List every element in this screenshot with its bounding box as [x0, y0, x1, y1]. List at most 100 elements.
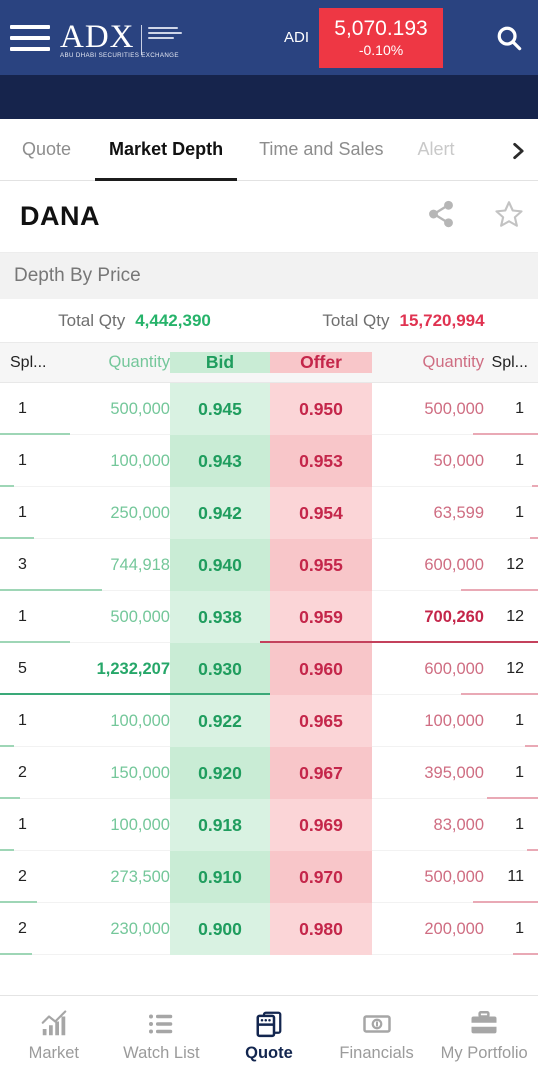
cell-spl-bid: 2: [18, 868, 27, 885]
tab-quote[interactable]: Quote: [0, 119, 71, 181]
bid-quantity-bar: [0, 641, 70, 643]
cell-spl-bid: 1: [18, 712, 27, 729]
cell-bid-price[interactable]: 0.930: [170, 643, 270, 695]
bid-quantity-bar: [0, 953, 32, 955]
table-row[interactable]: 1 500,000 0.945 0.950 500,000 1: [0, 383, 538, 435]
star-icon[interactable]: [494, 199, 524, 234]
cell-qty-offer: 500,000: [424, 867, 484, 886]
hamburger-bar: [10, 46, 50, 51]
cell-offer-price[interactable]: 0.980: [270, 903, 372, 955]
table-row[interactable]: 1 100,000 0.943 0.953 50,000 1: [0, 435, 538, 487]
table-row[interactable]: 2 273,500 0.910 0.970 500,000 11: [0, 851, 538, 903]
cell-spl-offer: 11: [507, 868, 524, 885]
table-row[interactable]: 3 744,918 0.940 0.955 600,000 12: [0, 539, 538, 591]
table-row[interactable]: 1 100,000 0.922 0.965 100,000 1: [0, 695, 538, 747]
brand-title: ADX: [60, 18, 135, 55]
tab-alert[interactable]: Alert: [417, 119, 454, 181]
nav-item-market[interactable]: Market: [0, 996, 108, 1076]
hamburger-icon[interactable]: [0, 0, 56, 75]
list-icon: [149, 1014, 173, 1033]
depth-section-title: Depth By Price: [0, 253, 538, 299]
table-row[interactable]: 5 1,232,207 0.930 0.960 600,000 12: [0, 643, 538, 695]
cell-offer-price[interactable]: 0.954: [270, 487, 372, 539]
nav-item-watch-list[interactable]: Watch List: [108, 996, 216, 1076]
cell-qty-offer: 200,000: [424, 919, 484, 938]
tab-time-and-sales[interactable]: Time and Sales: [259, 119, 383, 181]
cell-bid-price[interactable]: 0.940: [170, 539, 270, 591]
nav-label-watch-list: Watch List: [123, 1043, 200, 1062]
cell-spl-bid: 1: [18, 504, 27, 521]
column-header-spl-offer: Spl...: [491, 353, 528, 371]
symbol-header: DANA: [0, 181, 538, 253]
table-row[interactable]: 2 150,000 0.920 0.967 395,000 1: [0, 747, 538, 799]
cell-offer-price[interactable]: 0.970: [270, 851, 372, 903]
table-row[interactable]: 2 230,000 0.900 0.980 200,000 1: [0, 903, 538, 955]
cell-bid-price[interactable]: 0.942: [170, 487, 270, 539]
cell-offer-price[interactable]: 0.955: [270, 539, 372, 591]
table-row[interactable]: 1 100,000 0.918 0.969 83,000 1: [0, 799, 538, 851]
cell-spl-offer: 1: [515, 400, 524, 417]
offer-quantity-bar: [473, 433, 538, 435]
nav-item-my-portfolio[interactable]: My Portfolio: [430, 996, 538, 1076]
page-title: DANA: [20, 201, 100, 231]
cell-offer-price[interactable]: 0.965: [270, 695, 372, 747]
index-ticker[interactable]: ADI 5,070.193 -0.10%: [284, 0, 444, 75]
bid-quantity-bar: [0, 537, 34, 539]
cell-spl-bid: 3: [18, 556, 27, 573]
cell-offer-price[interactable]: 0.967: [270, 747, 372, 799]
column-header-qty-bid: Quantity: [108, 353, 170, 371]
total-qty-bid: Total Qty 4,442,390: [0, 311, 269, 331]
cell-bid-price[interactable]: 0.943: [170, 435, 270, 487]
cell-bid-price[interactable]: 0.922: [170, 695, 270, 747]
search-icon[interactable]: [480, 0, 538, 75]
share-icon[interactable]: [426, 199, 456, 234]
tab-market-depth[interactable]: Market Depth: [95, 119, 238, 181]
bid-quantity-bar: [0, 797, 20, 799]
briefcase-icon: [471, 1010, 497, 1033]
hamburger-bar: [10, 24, 50, 29]
cell-qty-offer: 395,000: [424, 763, 484, 782]
cell-offer-price[interactable]: 0.959: [270, 591, 372, 643]
bid-quantity-bar: [0, 745, 14, 747]
cell-bid-price[interactable]: 0.900: [170, 903, 270, 955]
index-value-box[interactable]: 5,070.193 -0.10%: [319, 7, 444, 68]
total-qty-bid-label: Total Qty: [58, 310, 126, 330]
cell-qty-bid: 100,000: [110, 815, 170, 834]
cell-spl-offer: 1: [515, 764, 524, 781]
offer-quantity-bar: [487, 797, 538, 799]
nav-item-financials[interactable]: Financials: [323, 996, 431, 1076]
total-qty-ask-label: Total Qty: [322, 310, 390, 330]
cell-spl-bid: 1: [18, 608, 27, 625]
cell-offer-price[interactable]: 0.950: [270, 383, 372, 435]
nav-label-market: Market: [28, 1043, 80, 1062]
section-tabs: Quote Market Depth Time and Sales Alert: [0, 119, 538, 181]
market-depth-table: 1 500,000 0.945 0.950 500,000 1 1 100,000 0.943 0…: [0, 383, 538, 955]
app-header: ADX ADI 5,070.193 -0.10%: [0, 0, 538, 75]
cell-qty-offer: 600,000: [424, 659, 484, 678]
chevron-right-icon[interactable]: [508, 141, 528, 161]
cell-qty-bid: 100,000: [110, 711, 170, 730]
cell-qty-offer: 500,000: [424, 399, 484, 418]
cell-spl-bid: 1: [18, 816, 27, 833]
cell-spl-bid: 5: [18, 660, 27, 677]
bottom-navigation: Market Watch List Quote Financials My Po…: [0, 995, 538, 1075]
cell-spl-offer: 1: [515, 816, 524, 833]
cell-spl-bid: 1: [18, 400, 27, 417]
cell-bid-price[interactable]: 0.918: [170, 799, 270, 851]
header-band: [0, 75, 538, 119]
bid-quantity-bar: [0, 589, 102, 591]
column-header-spl-bid: Spl...: [10, 353, 47, 371]
column-header-bid: Bid: [170, 352, 270, 373]
cell-offer-price[interactable]: 0.969: [270, 799, 372, 851]
offer-quantity-bar: [461, 693, 538, 695]
cell-bid-price[interactable]: 0.945: [170, 383, 270, 435]
table-row[interactable]: 1 500,000 0.938 0.959 700,260 12: [0, 591, 538, 643]
cell-bid-price[interactable]: 0.920: [170, 747, 270, 799]
cell-qty-bid: 230,000: [110, 919, 170, 938]
cell-bid-price[interactable]: 0.938: [170, 591, 270, 643]
table-row[interactable]: 1 250,000 0.942 0.954 63,599 1: [0, 487, 538, 539]
cell-bid-price[interactable]: 0.910: [170, 851, 270, 903]
nav-item-quote[interactable]: Quote: [215, 996, 323, 1076]
cell-offer-price[interactable]: 0.953: [270, 435, 372, 487]
cell-offer-price[interactable]: 0.960: [270, 643, 372, 695]
